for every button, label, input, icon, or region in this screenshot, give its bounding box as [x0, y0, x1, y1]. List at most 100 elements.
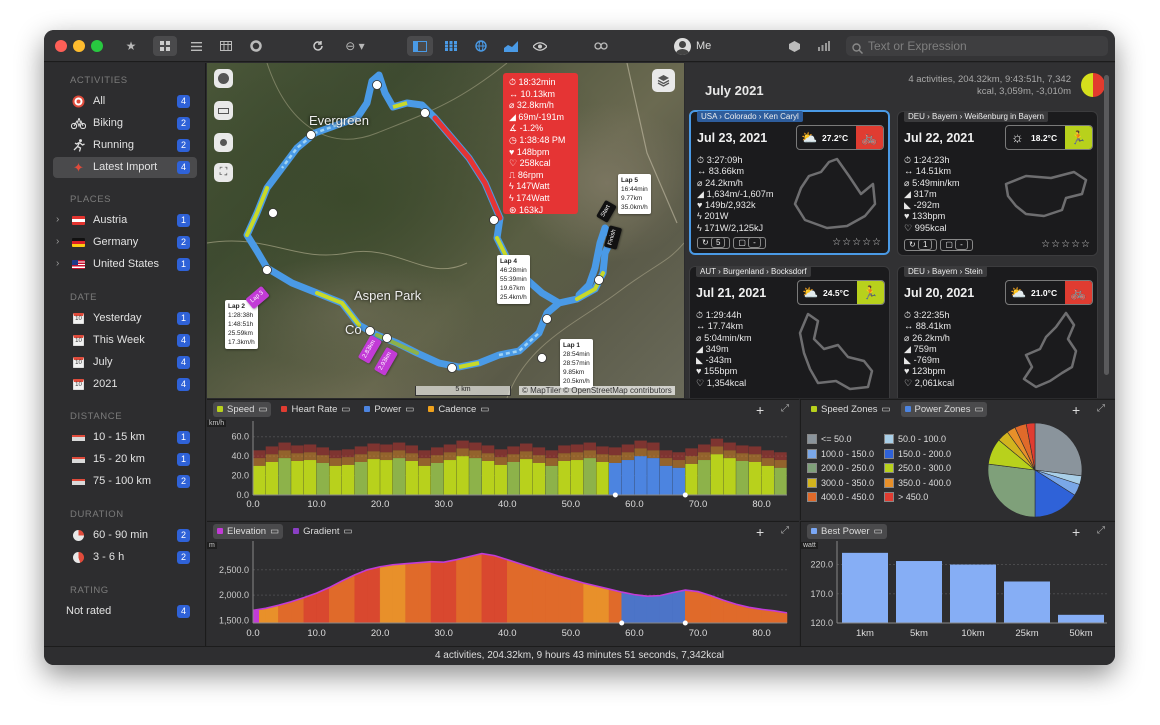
activity-date: Jul 21, 2021 — [696, 286, 767, 300]
sidebar-item-label: Running — [93, 139, 134, 151]
tiles-icon[interactable] — [439, 36, 463, 56]
sidebar-item-july[interactable]: 10 July 4 — [53, 352, 197, 373]
bar-chart-icon[interactable] — [814, 36, 834, 56]
tab-heart-rate[interactable]: Heart Rate ▭ — [277, 402, 354, 417]
pie-slice — [1034, 422, 1083, 477]
eye-icon[interactable] — [528, 36, 552, 56]
tab-best-power[interactable]: Best Power ▭ — [807, 523, 887, 539]
chart-tabs: Best Power ▭ — [801, 522, 887, 540]
activity-card[interactable]: DEU › Bayern › Stein Jul 20, 2021 ⛅ 21.0… — [897, 266, 1098, 398]
zoom-in-button[interactable] — [214, 69, 233, 88]
sidebar-item-all[interactable]: All 4 — [53, 91, 197, 112]
loop-icon[interactable] — [589, 36, 613, 56]
sidebar-item-germany[interactable]: › Germany 2 — [53, 232, 197, 253]
chart-icon[interactable] — [499, 36, 523, 56]
expand-icon[interactable]: ⤢ — [1097, 403, 1105, 414]
chart-tabs: Elevation ▭ Gradient ▭ — [207, 522, 357, 540]
sidebar-item-united-states[interactable]: › United States 1 — [53, 254, 197, 275]
map-attribution[interactable]: © MapTiler © OpenStreetMap contributors — [519, 386, 675, 395]
tab-speed-zones[interactable]: Speed Zones ▭ — [807, 402, 895, 417]
chevron-right-icon[interactable]: › — [56, 258, 59, 269]
tab-elevation[interactable]: Elevation ▭ — [213, 523, 284, 539]
sidebar-item-biking[interactable]: Biking 2 — [53, 113, 197, 134]
tab-power[interactable]: Power ▭ — [360, 402, 418, 417]
sidebar-item-distance-15-20[interactable]: 15 - 20 km 1 — [53, 449, 197, 470]
zoom-slider-handle[interactable] — [214, 101, 233, 120]
chevron-right-icon[interactable]: › — [56, 236, 59, 247]
cube-icon[interactable] — [784, 36, 804, 56]
options-button[interactable]: ▢ - — [940, 239, 973, 251]
search-field[interactable]: Text or Expression — [846, 36, 1108, 56]
sidebar-item-2021[interactable]: 10 2021 4 — [53, 374, 197, 395]
power-zones-pie[interactable] — [985, 420, 1085, 520]
user-account[interactable]: Me — [674, 36, 724, 56]
sidebar-item-this-week[interactable]: 10 This Week 4 — [53, 330, 197, 351]
sidebar-toggle-icon[interactable] — [407, 36, 433, 56]
sidebar-item-label: July — [93, 356, 113, 368]
best-power-chart[interactable]: 120.0 170.0 220.0 1km 5km 10km 25km 50km — [801, 539, 1115, 647]
activity-card[interactable]: USA › Colorado › Ken Caryl Jul 23, 2021 … — [689, 110, 890, 255]
more-menu-icon[interactable]: ⊖ ▾ — [340, 36, 370, 56]
grid-view-icon[interactable] — [153, 36, 177, 56]
minimize-window-button[interactable] — [73, 40, 85, 52]
list-view-icon[interactable] — [184, 36, 208, 56]
sidebar-item-austria[interactable]: › Austria 1 — [53, 210, 197, 231]
rating-stars[interactable]: ☆☆☆☆☆ — [1041, 239, 1091, 250]
section-header-date: DATE — [70, 292, 98, 303]
tooltip-line: ↔ 10.13km — [509, 88, 556, 99]
add-chart-button[interactable]: + — [756, 524, 764, 540]
table-view-icon[interactable] — [214, 36, 238, 56]
sidebar-item-yesterday[interactable]: 10 Yesterday 1 — [53, 308, 197, 329]
layers-icon[interactable] — [652, 69, 675, 92]
close-window-button[interactable] — [55, 40, 67, 52]
activity-card[interactable]: AUT › Burgenland › Bocksdorf Jul 21, 202… — [689, 266, 890, 398]
laps-button[interactable]: ↻ 1 — [904, 239, 938, 251]
sidebar-item-latest-import[interactable]: ✦ Latest Import 4 — [53, 157, 197, 178]
cadence-overlay — [367, 451, 380, 460]
expand-icon[interactable]: ⤢ — [1097, 525, 1105, 536]
route-shape-thumbnail — [793, 157, 877, 230]
activity-card[interactable]: DEU › Bayern › Weißenburg in Bayern Jul … — [897, 111, 1098, 256]
heart-rate-overlay — [761, 450, 774, 459]
speed-bar — [659, 465, 673, 495]
sidebar-item-not-rated[interactable]: Not rated 4 — [53, 601, 197, 622]
lap-1-label: Lap 1 28:54min 28:57min 9.85km 20.5km/h — [560, 339, 593, 388]
zoom-out-button[interactable] — [214, 133, 233, 152]
sidebar-item-duration-3-6h[interactable]: 3 - 6 h 2 — [53, 547, 197, 568]
tab-cadence[interactable]: Cadence ▭ — [424, 402, 493, 417]
globe-icon[interactable] — [469, 36, 493, 56]
speed-chart[interactable]: 0.020.040.060.00.0 10.0 20.0 30.0 40.0 50.0 60… — [207, 417, 799, 521]
zoom-window-button[interactable] — [91, 40, 103, 52]
speed-bar — [748, 461, 762, 495]
x-tick-label: 10km — [961, 628, 984, 639]
sidebar-item-distance-75-100[interactable]: 75 - 100 km 2 — [53, 471, 197, 492]
expand-icon[interactable]: ⤢ — [781, 525, 789, 536]
favorites-star-icon[interactable]: ★ — [119, 36, 143, 56]
sidebar-item-distance-10-15[interactable]: 10 - 15 km 1 — [53, 427, 197, 448]
cards-scrollbar[interactable] — [1104, 75, 1109, 375]
route-shape-thumbnail — [1004, 170, 1088, 218]
tab-speed[interactable]: Speed ▭ — [213, 401, 272, 417]
fullscreen-icon[interactable]: ⛶ — [214, 163, 233, 182]
sidebar-item-running[interactable]: Running 2 — [53, 135, 197, 156]
ring-view-icon[interactable] — [244, 36, 268, 56]
add-chart-button[interactable]: + — [1072, 524, 1080, 540]
lap-5-label: Lap 5 16:44min 9.77km 35.0km/h — [618, 174, 651, 214]
tab-power-zones[interactable]: Power Zones ▭ — [900, 401, 988, 417]
expand-icon[interactable]: ⤢ — [781, 403, 789, 414]
laps-button[interactable]: ↻ 5 — [697, 237, 731, 249]
options-button[interactable]: ▢ - — [733, 237, 766, 249]
heart-rate-overlay — [545, 450, 558, 459]
sidebar-item-duration-60-90[interactable]: 60 - 90 min 2 — [53, 525, 197, 546]
elevation-chart[interactable]: 1,500.0 2,000.0 2,500.0 0.0 10.0 20.0 30.0 40.0… — [207, 539, 799, 647]
chevron-right-icon[interactable]: › — [56, 214, 59, 225]
refresh-icon[interactable] — [306, 36, 330, 56]
route-map[interactable]: ⛶ Evergreen Aspen Park Co ⏱ 18:32min ↔ 1… — [207, 63, 684, 398]
x-tick-label: 30.0 — [434, 628, 453, 639]
activity-location: AUT › Burgenland › Bocksdorf — [696, 266, 811, 277]
add-chart-button[interactable]: + — [756, 402, 764, 418]
partly-cloudy-icon: ⛅ — [801, 130, 818, 145]
tab-gradient[interactable]: Gradient ▭ — [289, 524, 356, 539]
add-chart-button[interactable]: + — [1072, 402, 1080, 418]
rating-stars[interactable]: ☆☆☆☆☆ — [832, 237, 882, 248]
